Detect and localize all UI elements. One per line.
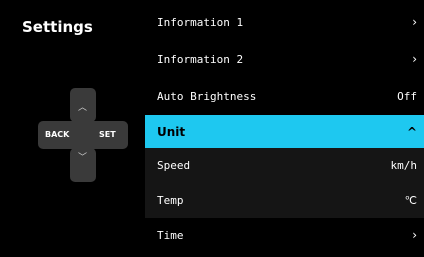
menu-item-information-2[interactable]: Information 2 ›	[145, 44, 424, 74]
dpad-center	[70, 121, 96, 149]
page-title: Settings	[22, 18, 93, 36]
menu-item-value: km/h	[390, 158, 418, 172]
back-button-label: BACK	[45, 130, 70, 139]
menu-item-label: Time	[157, 228, 184, 242]
menu-item-unit[interactable]: Unit ^	[145, 115, 424, 148]
chevron-right-icon: ›	[412, 228, 417, 242]
chevron-up-icon: ^	[406, 124, 417, 139]
menu-item-value: ℃	[404, 193, 417, 207]
chevron-down-icon: ﹀	[78, 153, 88, 163]
chevron-up-icon: ︿	[78, 103, 88, 113]
chevron-right-icon: ›	[412, 15, 417, 29]
menu-item-label: Speed	[157, 158, 191, 172]
menu-item-temp[interactable]: Temp ℃	[145, 182, 424, 218]
menu-item-label: Temp	[157, 193, 184, 207]
menu-item-auto-brightness[interactable]: Auto Brightness Off	[145, 81, 424, 111]
menu-item-label: Auto Brightness	[157, 89, 257, 103]
menu-item-label: Information 2	[157, 52, 244, 66]
set-button-label: SET	[99, 130, 116, 139]
menu-item-label: Unit	[157, 124, 186, 139]
menu-item-speed[interactable]: Speed km/h	[145, 148, 424, 182]
menu-item-time[interactable]: Time ›	[145, 220, 424, 250]
dpad: ︿ ﹀ BACK SET	[38, 88, 138, 188]
menu-item-information-1[interactable]: Information 1 ›	[145, 7, 424, 37]
menu-item-label: Information 1	[157, 15, 244, 29]
menu-item-value: Off	[397, 89, 417, 103]
chevron-right-icon: ›	[412, 52, 417, 66]
